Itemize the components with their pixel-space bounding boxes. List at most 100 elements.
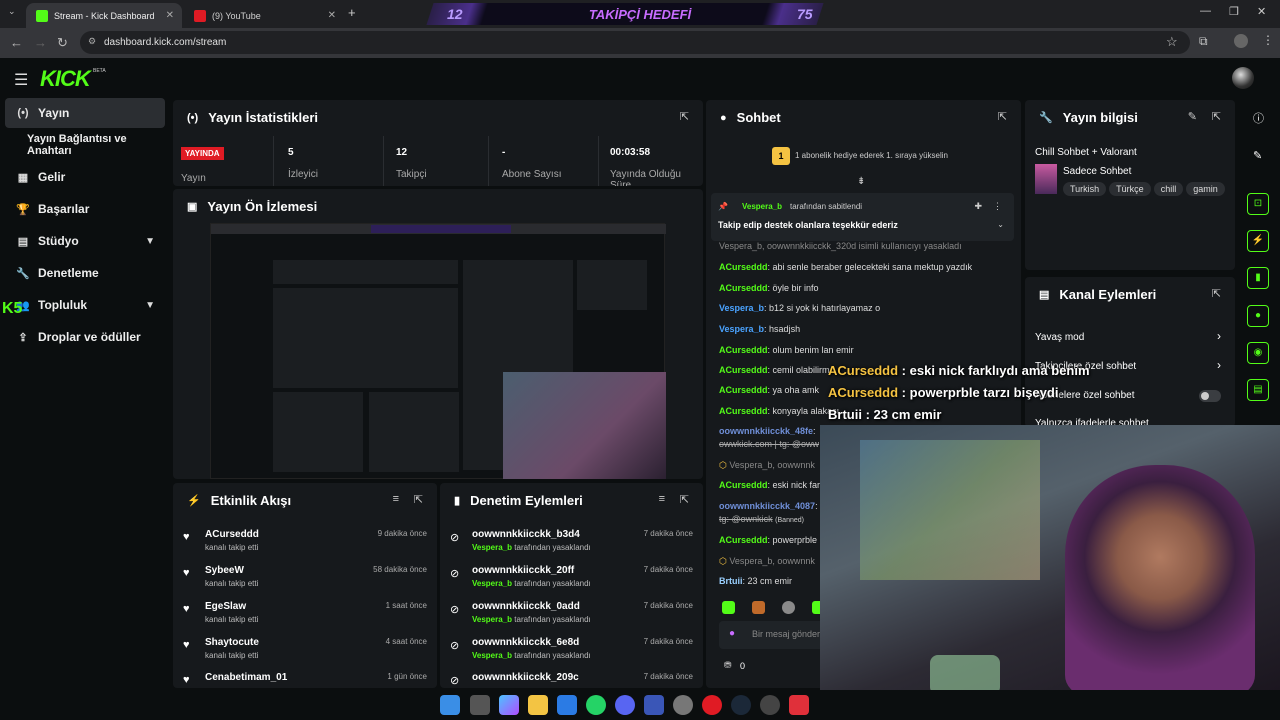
tag[interactable]: Turkish bbox=[1063, 182, 1107, 196]
activity-user[interactable]: ACurseddd bbox=[205, 529, 259, 540]
maximize-icon[interactable]: ❐ bbox=[1229, 5, 1239, 18]
banned-user[interactable]: oowwnnkkiicckk_20ff bbox=[472, 565, 574, 576]
chat-user[interactable]: ACurseddd bbox=[719, 406, 768, 416]
steam-icon[interactable] bbox=[731, 695, 751, 715]
pinned-by-user[interactable]: Vespera_b bbox=[742, 202, 782, 211]
chevron-down-icon[interactable]: ⌄ bbox=[997, 220, 1004, 229]
app-icon[interactable] bbox=[644, 695, 664, 715]
chat-user[interactable]: ACurseddd bbox=[719, 283, 768, 293]
tag[interactable]: chill bbox=[1153, 182, 1184, 196]
sidebar-item-droplar[interactable]: ⇪ Droplar ve ödüller bbox=[5, 322, 165, 352]
rail-chat-icon[interactable]: ● bbox=[1247, 305, 1269, 327]
whatsapp-icon[interactable] bbox=[586, 695, 606, 715]
minimize-icon[interactable]: — bbox=[1200, 5, 1211, 17]
file-explorer-icon[interactable] bbox=[528, 695, 548, 715]
banned-user[interactable]: oowwnnkkiicckk_209c bbox=[472, 672, 579, 683]
chat-user[interactable]: ACurseddd bbox=[719, 345, 768, 355]
chevron-right-icon[interactable]: › bbox=[1217, 358, 1221, 372]
emote-icon[interactable] bbox=[752, 601, 765, 614]
close-window-icon[interactable]: ✕ bbox=[1257, 5, 1266, 18]
unpin-icon[interactable]: ✚ bbox=[974, 201, 982, 212]
discord-icon[interactable] bbox=[615, 695, 635, 715]
chat-user[interactable]: Vespera_b, oowwnnk bbox=[729, 460, 815, 470]
emote-icon[interactable] bbox=[722, 601, 735, 614]
sidebar-item-stream-key[interactable]: Yayın Bağlantısı ve Anahtarı bbox=[5, 130, 165, 160]
chrome-icon[interactable] bbox=[673, 695, 693, 715]
site-info-icon[interactable]: ⚙ bbox=[88, 36, 96, 47]
action-slow-mode[interactable]: Yavaş mod bbox=[1035, 332, 1084, 343]
rail-list-icon[interactable]: ▤ bbox=[1247, 379, 1269, 401]
bookmark-star-icon[interactable]: ☆ bbox=[1166, 34, 1178, 50]
subscribers-only-toggle[interactable] bbox=[1199, 390, 1221, 402]
url-field[interactable]: dashboard.kick.com/stream bbox=[80, 31, 1190, 54]
stream-preview-video[interactable] bbox=[210, 223, 666, 479]
popout-icon[interactable]: ⇱ bbox=[1212, 287, 1221, 300]
kick-logo[interactable]: KICK bbox=[40, 66, 91, 92]
copilot-icon[interactable] bbox=[499, 695, 519, 715]
obs-icon[interactable] bbox=[760, 695, 780, 715]
chat-user[interactable]: ACurseddd bbox=[719, 480, 768, 490]
windows-start-icon[interactable] bbox=[440, 695, 460, 715]
gift-leaderboard-text[interactable]: 1 abonelik hediye ederek 1. sıraya yükse… bbox=[795, 151, 948, 160]
back-icon[interactable]: ← bbox=[10, 35, 23, 50]
popout-icon[interactable]: ⇱ bbox=[1212, 110, 1221, 123]
task-view-icon[interactable] bbox=[470, 695, 490, 715]
tag[interactable]: Türkçe bbox=[1109, 182, 1151, 196]
sidebar-item-yayin[interactable]: (•) Yayın bbox=[5, 98, 165, 128]
youtube-music-icon[interactable] bbox=[702, 695, 722, 715]
menu-icon[interactable]: ☰ bbox=[14, 70, 28, 90]
sidebar-item-denetleme[interactable]: 🔧 Denetleme bbox=[5, 258, 165, 288]
activity-user[interactable]: SybeeW bbox=[205, 565, 244, 576]
tag[interactable]: gamin bbox=[1186, 182, 1225, 196]
activity-user[interactable]: Cenabetimam_01 bbox=[205, 672, 287, 683]
moderator-name[interactable]: Vespera_b bbox=[472, 579, 512, 588]
rail-broadcast-icon[interactable]: ◉ bbox=[1247, 342, 1269, 364]
moderator-name[interactable]: Vespera_b bbox=[472, 615, 512, 624]
popout-icon[interactable]: ⇱ bbox=[680, 110, 689, 123]
close-tab-icon[interactable]: ✕ bbox=[166, 10, 174, 21]
category-name[interactable]: Sadece Sohbet bbox=[1063, 166, 1131, 177]
forward-icon[interactable]: → bbox=[34, 35, 47, 50]
popout-icon[interactable]: ⇱ bbox=[414, 493, 423, 506]
chat-user[interactable]: Brtuii bbox=[719, 576, 743, 586]
moderator-name[interactable]: Vespera_b bbox=[472, 651, 512, 660]
chat-user[interactable]: Vespera_b bbox=[719, 303, 764, 313]
popout-icon[interactable]: ⇱ bbox=[998, 110, 1007, 123]
chat-user[interactable]: ACurseddd bbox=[719, 262, 768, 272]
rail-lightning-icon[interactable]: ⚡ bbox=[1247, 230, 1269, 252]
chat-user[interactable]: ACurseddd bbox=[719, 535, 768, 545]
moderator-name[interactable]: Vespera_b bbox=[472, 543, 512, 552]
chat-user[interactable]: ACurseddd bbox=[719, 365, 768, 375]
chat-user[interactable]: ACurseddd bbox=[719, 385, 768, 395]
store-icon[interactable] bbox=[557, 695, 577, 715]
activity-user[interactable]: EgeSlaw bbox=[205, 601, 246, 612]
profile-avatar[interactable] bbox=[1234, 34, 1248, 48]
emote-icon[interactable] bbox=[782, 601, 795, 614]
edit-icon[interactable]: ✎ bbox=[1188, 110, 1197, 123]
close-tab-icon[interactable]: ✕ bbox=[328, 10, 336, 21]
extensions-icon[interactable]: ⧉ bbox=[1199, 34, 1208, 49]
activity-user[interactable]: Shaytocute bbox=[205, 637, 259, 648]
banned-user[interactable]: oowwnnkkiicckk_b3d4 bbox=[472, 529, 580, 540]
user-avatar[interactable] bbox=[1232, 67, 1254, 89]
reload-icon[interactable]: ↻ bbox=[57, 35, 68, 51]
chat-user[interactable]: Vespera_b bbox=[719, 324, 764, 334]
banned-user[interactable]: oowwnnkkiicckk_0add bbox=[472, 601, 580, 612]
sidebar-item-basarilar[interactable]: 🏆 Başarılar bbox=[5, 194, 165, 224]
sidebar-item-topluluk[interactable]: 👥 Topluluk ▼ bbox=[5, 290, 165, 320]
sidebar-item-gelir[interactable]: ▦ Gelir bbox=[5, 162, 165, 192]
filter-icon[interactable]: ≡ bbox=[393, 493, 399, 505]
tab-youtube[interactable]: (9) YouTube ✕ bbox=[184, 3, 344, 28]
info-icon[interactable]: ⓘ bbox=[1253, 110, 1264, 126]
more-icon[interactable]: ⋮ bbox=[993, 201, 1002, 212]
edit-layout-icon[interactable]: ✎ bbox=[1253, 149, 1262, 162]
chat-user[interactable]: Vespera_b, oowwnnk bbox=[729, 556, 815, 566]
popout-icon[interactable]: ⇱ bbox=[680, 493, 689, 506]
chat-user[interactable]: oowwnnkkiicckk_4087 bbox=[719, 501, 815, 511]
new-tab-icon[interactable]: + bbox=[348, 5, 356, 20]
rail-widget-icon[interactable]: ⊡ bbox=[1247, 193, 1269, 215]
sidebar-item-studyo[interactable]: ▤ Stüdyo ▼ bbox=[5, 226, 165, 256]
recorder-icon[interactable] bbox=[789, 695, 809, 715]
expand-icon[interactable]: ⇟ bbox=[857, 176, 865, 187]
tab-kick-dashboard[interactable]: Stream - Kick Dashboard ✕ bbox=[26, 3, 182, 28]
